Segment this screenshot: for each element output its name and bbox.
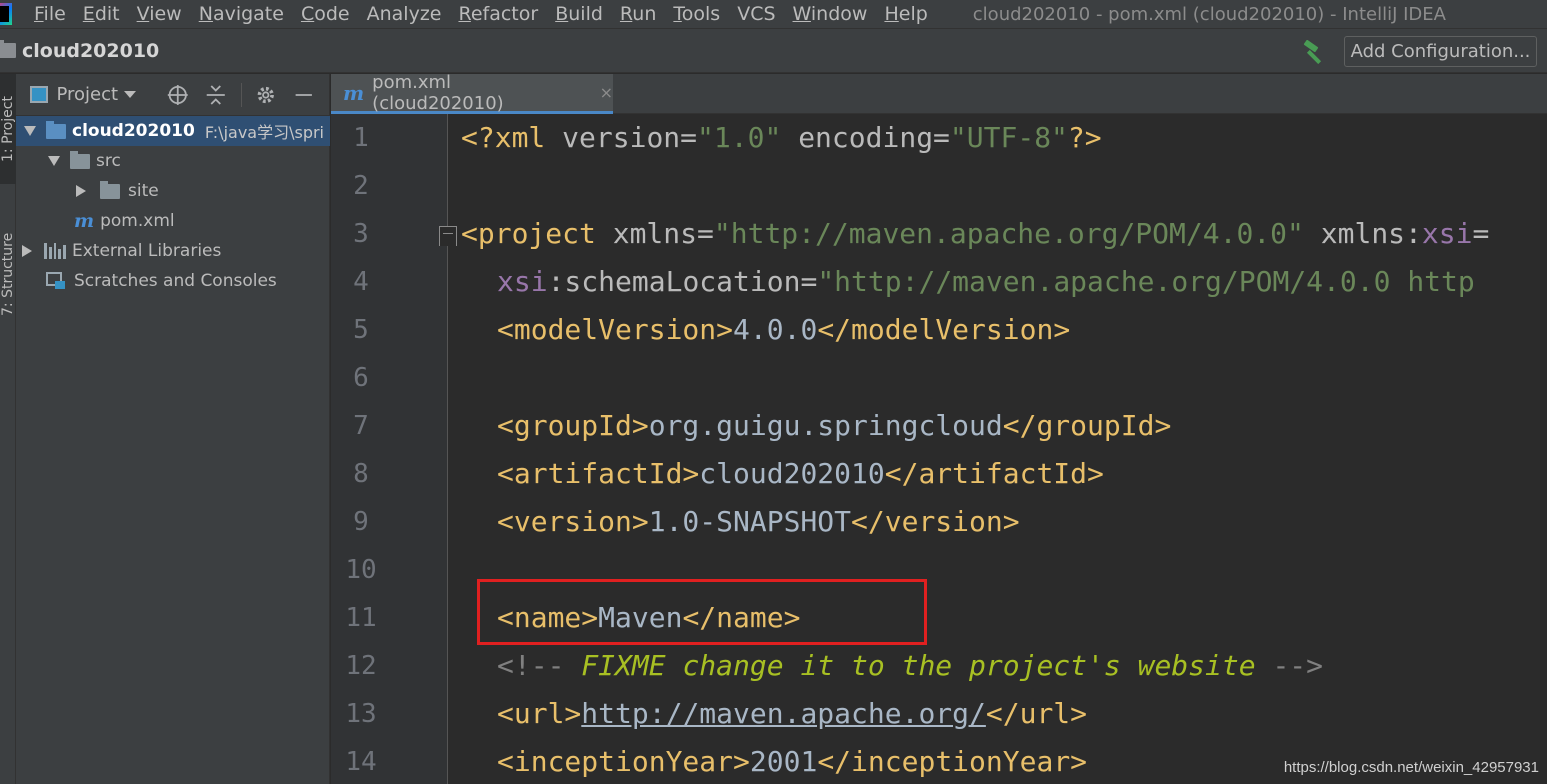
- code-editor[interactable]: 1 2 3 4 5 6 7 8 9 10 11 12 13 14 <?xml v…: [331, 114, 1547, 784]
- line-number: 8: [353, 459, 369, 489]
- code-line-4: xsi:schemaLocation="http://maven.apache.…: [497, 265, 1475, 298]
- menu-navigate[interactable]: Navigate: [199, 3, 284, 25]
- menu-help[interactable]: Help: [884, 3, 927, 25]
- gear-icon[interactable]: [254, 82, 278, 108]
- tree-item-external-libraries[interactable]: External Libraries: [16, 236, 330, 266]
- window-title: cloud202010 - pom.xml (cloud202010) - In…: [972, 3, 1446, 25]
- left-tool-stripe: 1: Project 7: Structure: [0, 74, 16, 784]
- locate-target-icon[interactable]: [166, 82, 190, 108]
- collapse-all-icon[interactable]: [204, 82, 228, 108]
- line-number: 3: [353, 219, 369, 249]
- line-number: 9: [353, 507, 369, 537]
- expand-arrow-icon[interactable]: [24, 126, 36, 136]
- tab-pom-xml[interactable]: m pom.xml (cloud202010) ×: [331, 71, 613, 114]
- tab-label: pom.xml (cloud202010): [372, 71, 504, 114]
- code-line-3: <project xmlns="http://maven.apache.org/…: [461, 217, 1490, 250]
- menu-file[interactable]: File: [34, 3, 66, 25]
- editor-tab-bar: m pom.xml (cloud202010) ×: [331, 71, 1547, 114]
- code-line-8: <artifactId>cloud202010</artifactId>: [497, 457, 1104, 490]
- collapsed-arrow-icon[interactable]: [76, 185, 86, 197]
- breadcrumb-project[interactable]: cloud202010: [22, 40, 159, 62]
- chevron-down-icon[interactable]: [124, 91, 137, 98]
- line-number: 4: [353, 267, 369, 297]
- fold-toggle-icon[interactable]: [439, 226, 457, 246]
- menu-window[interactable]: Window: [793, 3, 868, 25]
- expand-arrow-icon[interactable]: [48, 156, 60, 166]
- menu-refactor[interactable]: Refactor: [458, 3, 538, 25]
- code-line-5: <modelVersion>4.0.0</modelVersion>: [497, 313, 1071, 346]
- tree-item-label: site: [128, 181, 159, 201]
- line-number: 5: [353, 315, 369, 345]
- menu-view[interactable]: View: [137, 3, 182, 25]
- menu-bar: File Edit View Navigate Code Analyze Ref…: [0, 0, 1547, 28]
- close-icon[interactable]: ×: [600, 83, 613, 102]
- line-number: 12: [345, 651, 377, 681]
- folder-icon: [70, 150, 90, 169]
- tree-item-site[interactable]: site: [16, 176, 330, 206]
- scratches-icon: [46, 272, 65, 289]
- project-panel-header: Project: [16, 74, 329, 116]
- library-icon: [44, 243, 66, 259]
- line-number: 2: [353, 171, 369, 201]
- tree-item-root[interactable]: cloud202010 F:\java学习\spri: [16, 116, 330, 146]
- structure-tool-tab[interactable]: 7: Structure: [0, 214, 16, 334]
- code-line-12: <!-- FIXME change it to the project's we…: [497, 649, 1324, 682]
- tree-item-path: F:\java学习\spri: [204, 123, 325, 142]
- watermark: https://blog.csdn.net/weixin_42957931: [1283, 759, 1539, 776]
- project-panel: Project cloud202010 F:\java学习\spri src s…: [16, 74, 330, 784]
- tree-item-scratches[interactable]: Scratches and Consoles: [16, 266, 330, 296]
- maven-file-icon: m: [343, 80, 365, 105]
- code-line-1: <?xml version="1.0" encoding="UTF-8"?>: [461, 121, 1102, 154]
- menu-edit[interactable]: Edit: [83, 3, 120, 25]
- line-number: 6: [353, 363, 369, 393]
- menu-run[interactable]: Run: [620, 3, 656, 25]
- project-tool-tab[interactable]: 1: Project: [0, 74, 16, 184]
- code-line-9: <version>1.0-SNAPSHOT</version>: [497, 505, 1020, 538]
- menu-tools[interactable]: Tools: [673, 3, 720, 25]
- project-folder-icon: [0, 40, 16, 58]
- line-number: 10: [345, 555, 377, 585]
- line-number: 13: [345, 699, 377, 729]
- line-number: 7: [353, 411, 369, 441]
- add-configuration-button[interactable]: Add Configuration...: [1344, 36, 1537, 67]
- tree-item-label: cloud202010: [72, 121, 195, 141]
- tree-item-label: Scratches and Consoles: [74, 271, 277, 291]
- line-number-gutter: 1 2 3 4 5 6 7 8 9 10 11 12 13 14: [331, 114, 448, 784]
- code-line-13: <url>http://maven.apache.org/</url>: [497, 697, 1088, 730]
- line-number: 1: [353, 123, 369, 153]
- navigation-bar: cloud202010 Add Configuration...: [0, 28, 1547, 73]
- intellij-logo-icon: [0, 3, 12, 25]
- header-divider: [241, 82, 242, 107]
- tree-item-pom[interactable]: m pom.xml: [16, 206, 330, 236]
- folder-icon: [100, 180, 120, 199]
- line-number: 11: [345, 603, 377, 633]
- collapsed-arrow-icon[interactable]: [22, 245, 32, 257]
- code-line-14: <inceptionYear>2001</inceptionYear>: [497, 745, 1088, 778]
- menu-vcs[interactable]: VCS: [737, 3, 775, 25]
- tree-item-label: src: [96, 151, 121, 171]
- project-view-selector[interactable]: Project: [56, 84, 118, 105]
- line-number: 14: [345, 747, 377, 777]
- tree-item-label: pom.xml: [100, 211, 175, 231]
- annotation-highlight-box: [477, 579, 927, 645]
- menu-analyze[interactable]: Analyze: [367, 3, 442, 25]
- menu-build[interactable]: Build: [555, 3, 603, 25]
- menu-code[interactable]: Code: [301, 3, 350, 25]
- maven-file-icon: m: [74, 210, 95, 232]
- hide-panel-icon[interactable]: [292, 82, 316, 108]
- project-view-icon: [30, 86, 49, 103]
- build-hammer-icon[interactable]: [1300, 40, 1328, 64]
- code-line-7: <groupId>org.guigu.springcloud</groupId>: [497, 409, 1172, 442]
- tree-item-label: External Libraries: [72, 241, 222, 261]
- module-folder-icon: [46, 120, 66, 139]
- url-link[interactable]: http://maven.apache.org/: [581, 697, 986, 730]
- tree-item-src[interactable]: src: [16, 146, 330, 176]
